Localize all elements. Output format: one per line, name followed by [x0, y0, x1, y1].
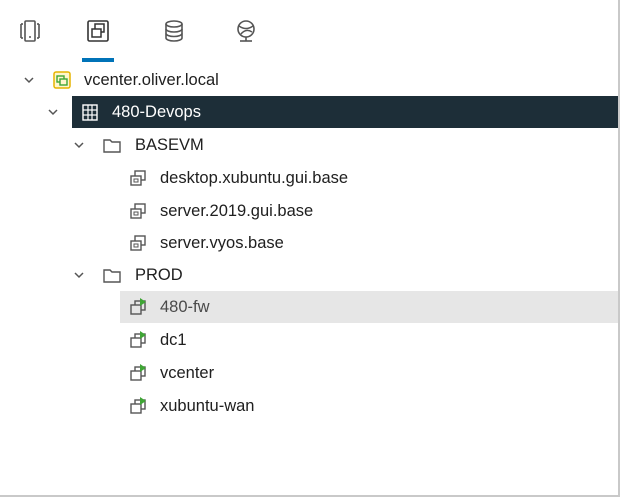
folder-icon — [103, 269, 121, 283]
tree-node-folder-prod[interactable]: PROD — [0, 259, 618, 291]
chevron-down-icon[interactable] — [22, 73, 36, 87]
folder-icon — [103, 139, 121, 153]
hosts-clusters-icon — [20, 20, 40, 42]
vm-template-icon — [130, 170, 146, 186]
datacenter-icon — [82, 104, 98, 121]
tree-node-vm[interactable]: vcenter — [0, 357, 618, 389]
tree-node-label: BASEVM — [135, 136, 204, 154]
tree-node-label: 480-fw — [160, 298, 210, 316]
storage-icon — [165, 20, 183, 42]
chevron-down-icon[interactable] — [46, 105, 60, 119]
tab-storage[interactable] — [154, 18, 194, 58]
tree-node-label: PROD — [135, 266, 183, 284]
tree-node-template[interactable]: desktop.xubuntu.gui.base — [0, 162, 618, 194]
tree-node-label: dc1 — [160, 331, 187, 349]
tree-node-template[interactable]: server.vyos.base — [0, 227, 618, 259]
vm-template-icon — [130, 203, 146, 219]
vms-templates-icon — [87, 20, 109, 42]
vm-template-icon — [130, 235, 146, 251]
tree-node-vm[interactable]: xubuntu-wan — [0, 390, 618, 422]
inventory-panel: vcenter.oliver.local 480-Devops BASEVM d… — [0, 0, 620, 497]
tree-node-template[interactable]: server.2019.gui.base — [0, 195, 618, 227]
tab-networking[interactable] — [226, 18, 266, 58]
vm-powered-on-icon — [130, 331, 146, 348]
tree-node-datacenter[interactable]: 480-Devops — [72, 96, 618, 128]
tree-node-label: desktop.xubuntu.gui.base — [160, 169, 349, 187]
tab-hosts-clusters[interactable] — [10, 18, 50, 58]
tree-node-label: server.2019.gui.base — [160, 202, 314, 220]
inventory-toolbar — [0, 0, 618, 62]
vm-powered-on-icon — [130, 397, 146, 414]
tree-node-label: vcenter.oliver.local — [84, 71, 219, 89]
tree-node-label: xubuntu-wan — [160, 397, 255, 415]
tree-node-label: vcenter — [160, 364, 215, 382]
chevron-down-icon[interactable] — [72, 268, 86, 282]
vcenter-icon — [53, 71, 71, 89]
vm-powered-on-icon — [130, 364, 146, 381]
tab-vms-templates[interactable] — [78, 18, 118, 62]
networking-icon — [237, 20, 255, 42]
chevron-down-icon[interactable] — [72, 138, 86, 152]
tree-node-vcenter[interactable]: vcenter.oliver.local — [0, 64, 618, 96]
tree-node-vm[interactable]: dc1 — [0, 324, 618, 356]
tree-node-vm[interactable]: 480-fw — [120, 291, 618, 323]
tree-node-folder-basevm[interactable]: BASEVM — [0, 129, 618, 161]
tree-node-label: server.vyos.base — [160, 234, 284, 252]
vm-powered-on-icon — [130, 298, 146, 315]
tree-node-label: 480-Devops — [112, 103, 201, 121]
